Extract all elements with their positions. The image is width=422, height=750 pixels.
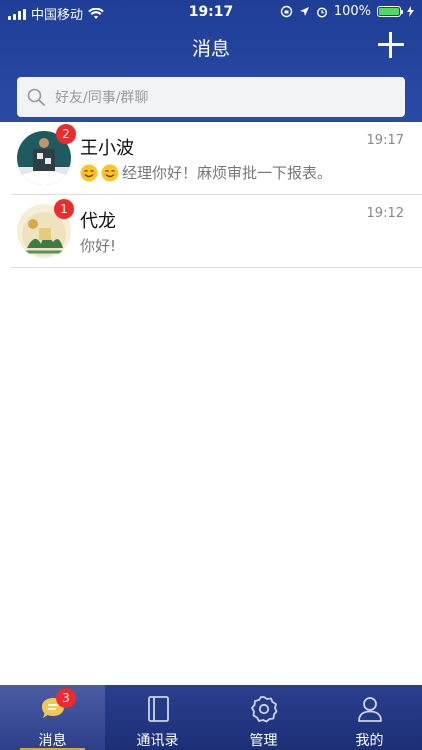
tab-label: 管理 xyxy=(249,733,278,749)
status-right: 100% xyxy=(280,4,414,19)
message-time: 19:12 xyxy=(366,206,404,221)
tab-manage[interactable]: 管理 xyxy=(211,685,316,750)
message-text: 你好! xyxy=(80,237,117,255)
unread-badge: 2 xyxy=(56,124,76,144)
message-preview: 经理你好！麻烦审批一下报表。 xyxy=(80,162,332,183)
messages-screen: 中国移动 19:17 100% 消息 好友/同事/群聊 2 王小波 19:17 … xyxy=(0,0,422,750)
page-title: 消息 xyxy=(191,38,230,60)
chat-row[interactable]: 2 王小波 19:17 经理你好！麻烦审批一下报表。 xyxy=(11,122,422,195)
rotation-lock-icon xyxy=(280,5,293,18)
tab-messages[interactable]: 3 消息 xyxy=(0,685,105,750)
contact-name: 代龙 xyxy=(80,211,116,232)
unread-badge: 1 xyxy=(54,199,74,219)
gear-icon xyxy=(251,696,278,723)
tab-bar: 3 消息 通讯录 管理 我的 xyxy=(0,685,422,750)
battery-percent: 100% xyxy=(333,4,371,19)
tab-label: 我的 xyxy=(355,733,384,749)
chat-row[interactable]: 1 代龙 19:12 你好! xyxy=(11,195,422,268)
contact-name: 王小波 xyxy=(80,138,134,159)
alarm-icon xyxy=(316,6,327,18)
search-icon xyxy=(27,88,45,106)
header: 中国移动 19:17 100% 消息 好友/同事/群聊 xyxy=(0,0,422,122)
add-button[interactable] xyxy=(378,32,404,58)
message-text: 经理你好！麻烦审批一下报表。 xyxy=(122,164,333,182)
contacts-book-icon xyxy=(148,696,169,722)
tab-label: 消息 xyxy=(38,733,67,749)
search-input[interactable]: 好友/同事/群聊 xyxy=(17,77,405,117)
smile-emoji-icon xyxy=(101,164,119,181)
user-icon xyxy=(358,697,382,722)
battery-icon xyxy=(377,6,403,17)
smile-emoji-icon xyxy=(80,164,98,181)
search-placeholder: 好友/同事/群聊 xyxy=(55,90,149,106)
nav-bar: 消息 xyxy=(0,24,422,72)
tab-contacts[interactable]: 通讯录 xyxy=(105,685,210,750)
tab-me[interactable]: 我的 xyxy=(317,685,422,750)
message-preview: 你好! xyxy=(80,235,116,256)
chat-list: 2 王小波 19:17 经理你好！麻烦审批一下报表。 1 代龙 19:12 你好… xyxy=(0,122,422,268)
message-time: 19:17 xyxy=(366,133,404,148)
charging-bolt-icon xyxy=(407,6,414,17)
tab-label: 通讯录 xyxy=(136,733,179,749)
location-arrow-icon xyxy=(299,7,309,16)
tab-badge: 3 xyxy=(56,688,76,708)
status-bar: 中国移动 19:17 100% xyxy=(0,0,422,24)
